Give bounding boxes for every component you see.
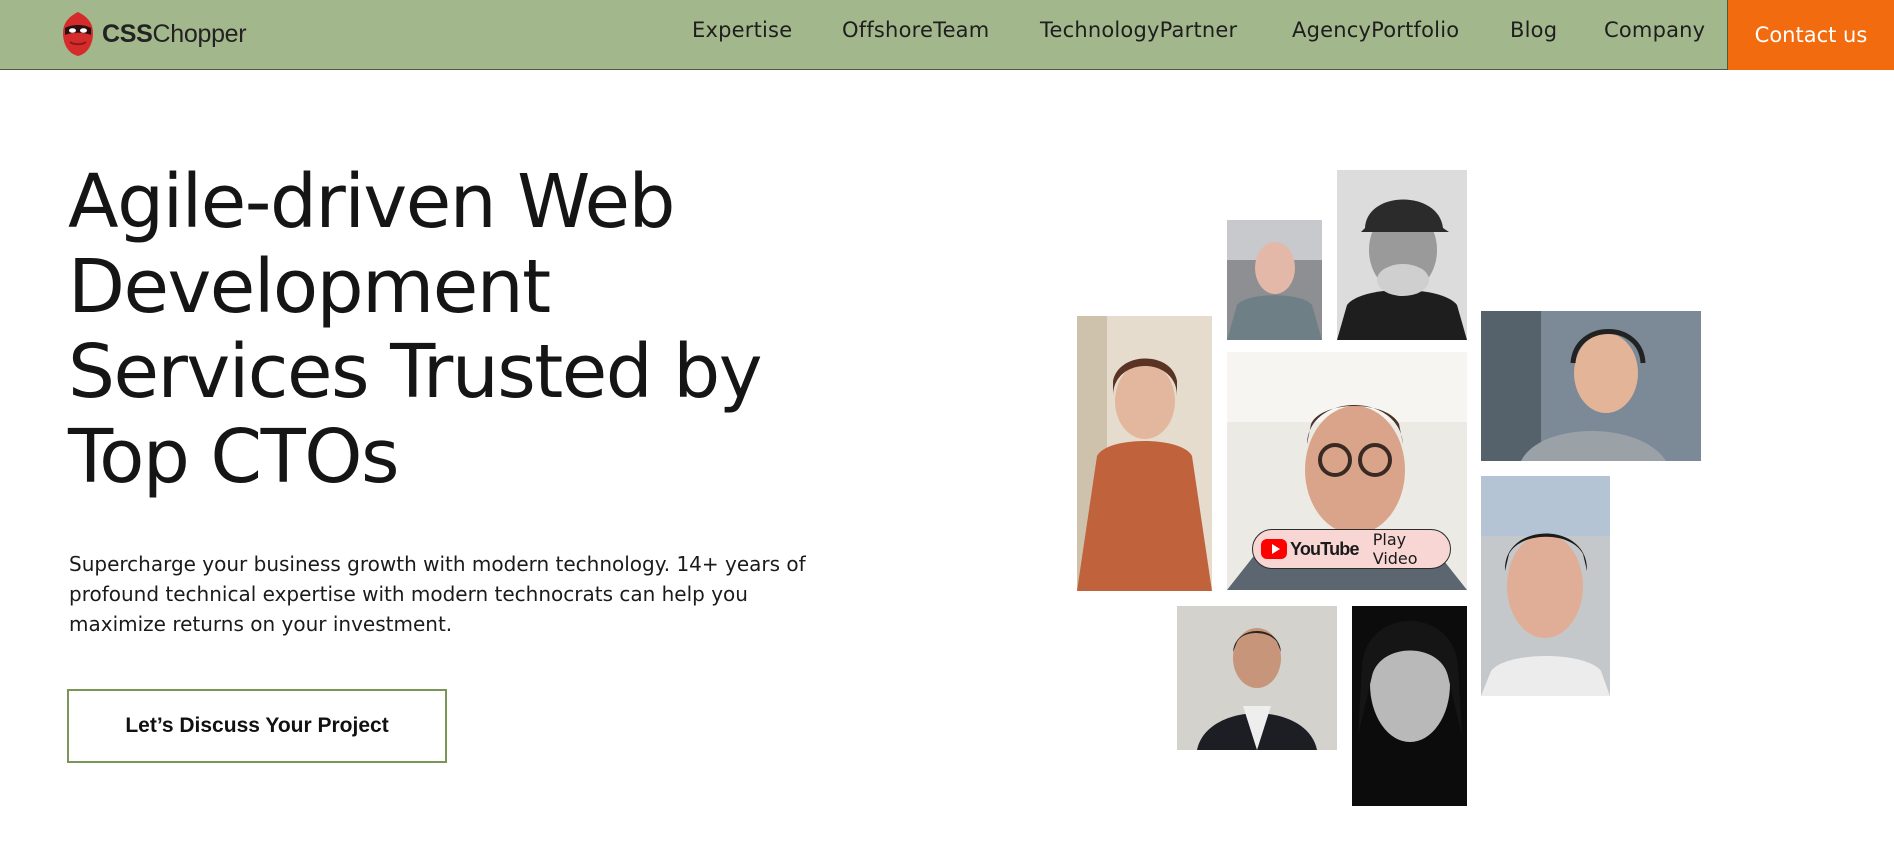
testimonial-tile-woman[interactable] bbox=[1077, 316, 1212, 591]
subtext-line: maximize returns on your investment. bbox=[69, 612, 453, 636]
testimonial-tile-woman-bw[interactable] bbox=[1352, 606, 1467, 806]
youtube-play-icon bbox=[1261, 539, 1287, 559]
testimonial-tile-man-car[interactable] bbox=[1227, 220, 1322, 340]
youtube-wordmark: YouTube bbox=[1289, 538, 1360, 559]
nav-item-blog[interactable]: Blog bbox=[1510, 18, 1557, 42]
brand-logo[interactable]: CSSChopper bbox=[62, 9, 247, 59]
nav-item-agency-portfolio[interactable]: AgencyPortfolio bbox=[1292, 18, 1459, 42]
discuss-project-button[interactable]: Let’s Discuss Your Project bbox=[67, 689, 447, 763]
ninja-mask-icon bbox=[63, 12, 93, 56]
nav-item-technology-partner[interactable]: TechnologyPartner bbox=[1040, 18, 1237, 42]
play-video-button[interactable]: YouTube Play Video bbox=[1252, 529, 1451, 569]
nav-item-company[interactable]: Company bbox=[1604, 18, 1705, 42]
testimonial-tile-man-suit[interactable] bbox=[1177, 606, 1337, 750]
subtext-line: profound technical expertise with modern… bbox=[69, 582, 748, 606]
contact-us-button[interactable]: Contact us bbox=[1727, 0, 1894, 70]
play-video-label: Play Video bbox=[1372, 530, 1418, 568]
nav-item-offshore-team[interactable]: OffshoreTeam bbox=[842, 18, 989, 42]
testimonial-tile-man-cap[interactable] bbox=[1337, 170, 1467, 340]
subtext-line: Supercharge your business growth with mo… bbox=[69, 552, 806, 576]
testimonial-tile-man-glasses[interactable] bbox=[1481, 476, 1610, 696]
hero-headline: Agile-driven Web Development Services Tr… bbox=[68, 160, 928, 500]
headline-line: Top CTOs bbox=[68, 414, 400, 500]
headline-line: Agile-driven Web bbox=[68, 159, 675, 245]
headline-line: Services Trusted by bbox=[68, 329, 763, 415]
hero-subtext: Supercharge your business growth with mo… bbox=[69, 549, 869, 639]
brand-name: CSSChopper bbox=[102, 19, 247, 48]
headline-line: Development bbox=[68, 244, 551, 330]
nav-item-expertise[interactable]: Expertise bbox=[692, 18, 792, 42]
testimonial-tile-man-headset[interactable] bbox=[1481, 311, 1701, 461]
site-header: CSSChopper Expertise OffshoreTeam Techno… bbox=[0, 0, 1894, 70]
